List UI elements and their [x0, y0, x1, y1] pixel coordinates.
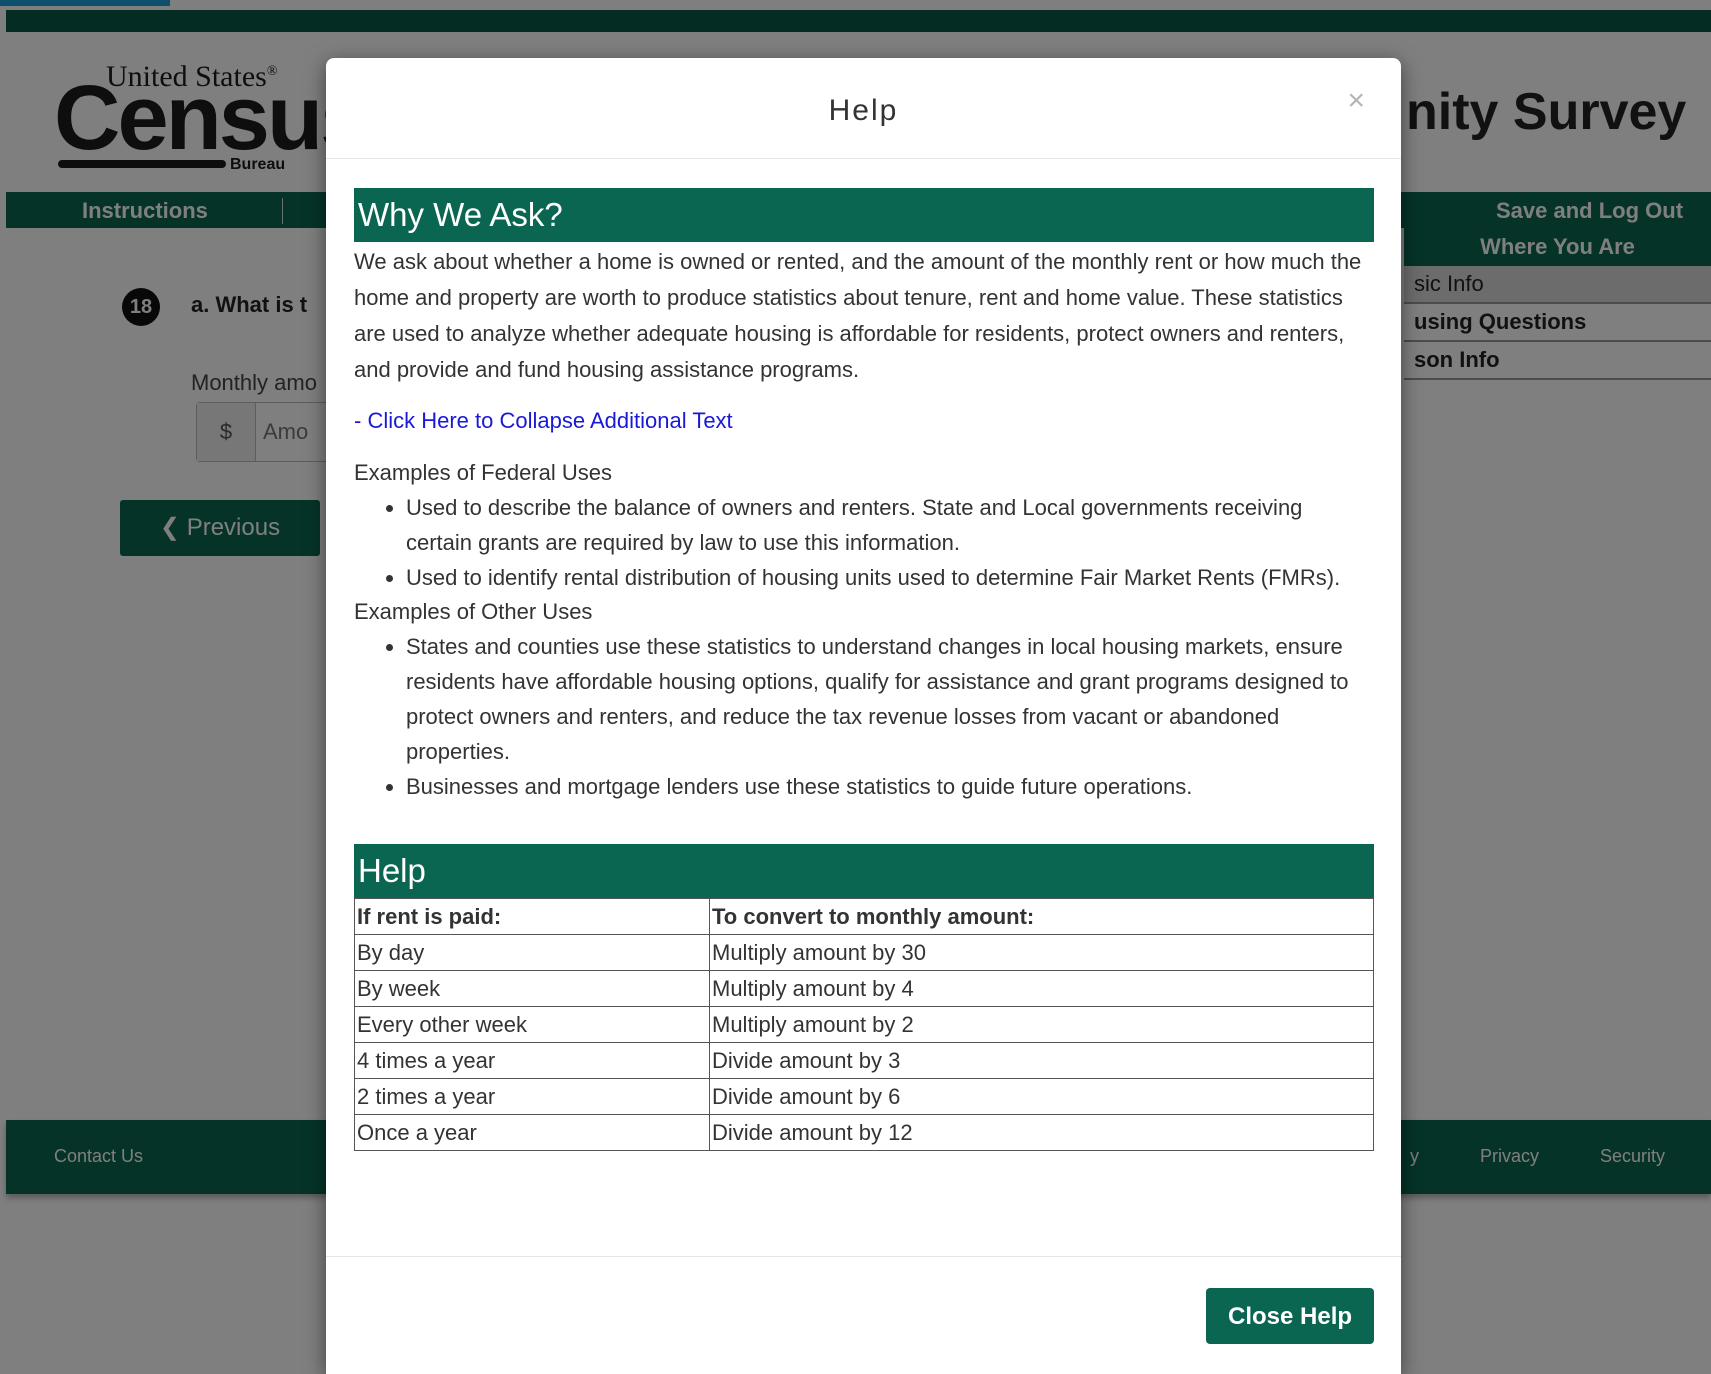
close-icon[interactable]: × [1347, 84, 1365, 118]
list-item: Used to describe the balance of owners a… [406, 490, 1374, 560]
close-help-button[interactable]: Close Help [1206, 1288, 1374, 1344]
federal-uses-heading: Examples of Federal Uses [354, 460, 612, 485]
modal-title: Help [828, 94, 899, 127]
other-uses-list: States and counties use these statistics… [354, 629, 1374, 804]
collapse-text-link[interactable]: - Click Here to Collapse Additional Text [354, 406, 1374, 436]
table-cell: Divide amount by 3 [709, 1042, 1374, 1079]
table-cell: 4 times a year [354, 1042, 710, 1079]
table-cell: Divide amount by 6 [709, 1078, 1374, 1115]
table-row: 2 times a year Divide amount by 6 [354, 1078, 1374, 1115]
table-cell: Divide amount by 12 [709, 1114, 1374, 1151]
table-header-row: If rent is paid: To convert to monthly a… [354, 898, 1374, 935]
modal-footer-divider [326, 1256, 1401, 1257]
table-cell: By day [354, 934, 710, 971]
table-cell: Once a year [354, 1114, 710, 1151]
modal-body: Why We Ask? We ask about whether a home … [354, 188, 1374, 1151]
table-row: Every other week Multiply amount by 2 [354, 1006, 1374, 1043]
table-header-cell: To convert to monthly amount: [709, 898, 1374, 935]
table-row: By week Multiply amount by 4 [354, 970, 1374, 1007]
table-cell: 2 times a year [354, 1078, 710, 1115]
modal-header: Help × [326, 58, 1401, 159]
table-header-cell: If rent is paid: [354, 898, 710, 935]
list-item: Used to identify rental distribution of … [406, 560, 1374, 595]
federal-uses-list: Used to describe the balance of owners a… [354, 490, 1374, 595]
table-row: By day Multiply amount by 30 [354, 934, 1374, 971]
table-row: Once a year Divide amount by 12 [354, 1114, 1374, 1151]
list-item: Businesses and mortgage lenders use thes… [406, 769, 1374, 804]
table-cell: Multiply amount by 2 [709, 1006, 1374, 1043]
table-cell: Multiply amount by 30 [709, 934, 1374, 971]
table-row: 4 times a year Divide amount by 3 [354, 1042, 1374, 1079]
list-item: States and counties use these statistics… [406, 629, 1374, 769]
table-cell: By week [354, 970, 710, 1007]
other-uses-heading: Examples of Other Uses [354, 599, 593, 624]
help-modal: Help × Why We Ask? We ask about whether … [326, 58, 1401, 1374]
table-cell: Multiply amount by 4 [709, 970, 1374, 1007]
table-cell: Every other week [354, 1006, 710, 1043]
why-we-ask-heading: Why We Ask? [354, 188, 1374, 242]
rent-conversion-table: If rent is paid: To convert to monthly a… [354, 898, 1374, 1151]
why-we-ask-text: We ask about whether a home is owned or … [354, 249, 1362, 382]
help-table-heading: Help [354, 844, 1374, 898]
